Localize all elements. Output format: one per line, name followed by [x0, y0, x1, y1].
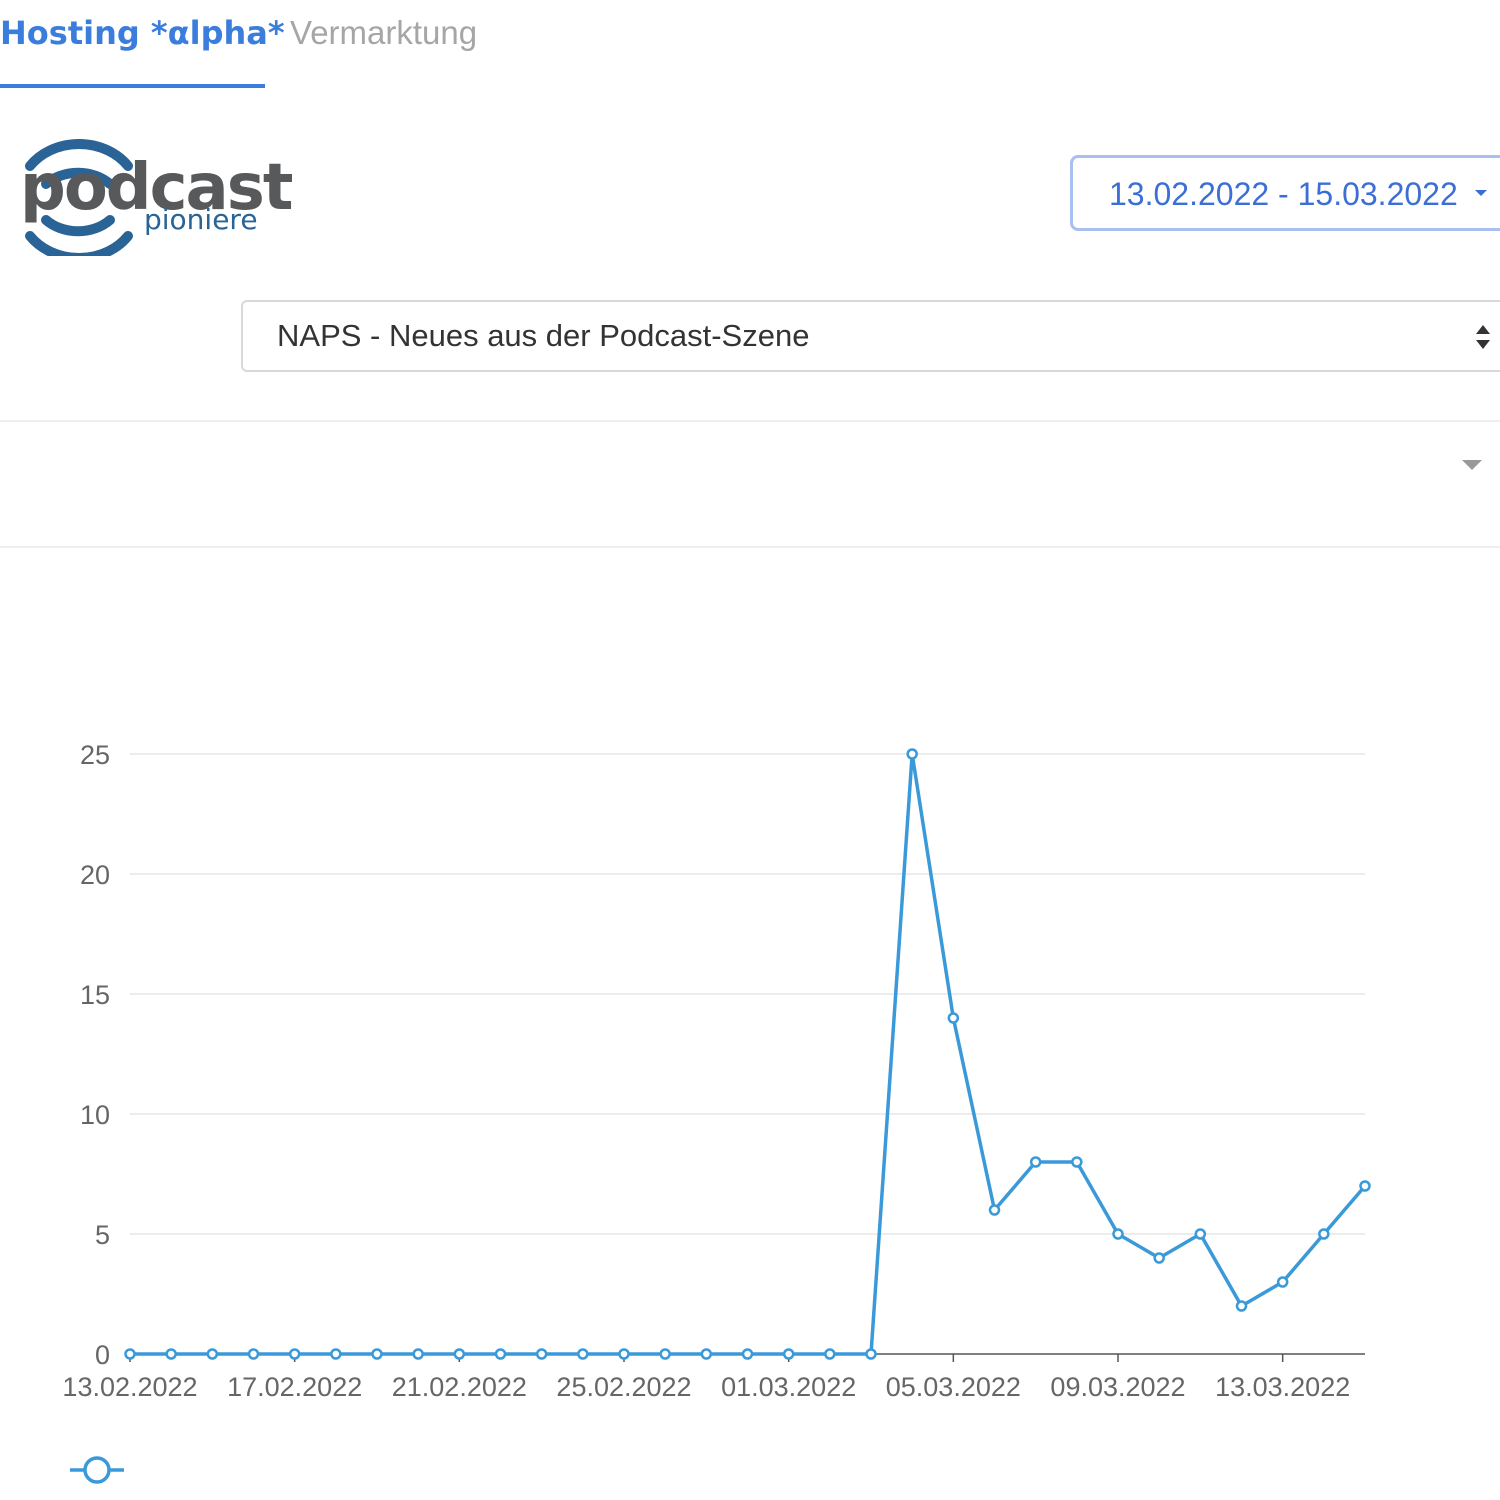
data-point [782, 1348, 795, 1360]
podcast-select-value: NAPS - Neues aus der Podcast-Szene [277, 318, 810, 353]
data-point [1029, 1156, 1042, 1168]
data-point [330, 1348, 342, 1360]
line-chart: 0 5 10 15 20 25 13.02.2022 17.02.2022 21.02.2022… [62, 740, 1371, 1484]
x-tick-label: 21.02.2022 [392, 1372, 527, 1402]
active-tab-indicator [0, 84, 265, 88]
date-range-picker[interactable]: 13.02.2022 - 15.03.2022 [1070, 155, 1500, 231]
y-tick-label: 25 [80, 740, 110, 770]
data-point [371, 1348, 383, 1360]
x-tick-label: 09.03.2022 [1050, 1372, 1185, 1402]
data-point [535, 1348, 548, 1360]
x-tick-label: 05.03.2022 [886, 1372, 1021, 1402]
x-tick-label: 13.03.2022 [1215, 1372, 1350, 1402]
data-point [1235, 1300, 1248, 1312]
divider-top [0, 420, 1500, 422]
tab-bar: Hosting *αlpha* Vermarktung [0, 0, 1500, 90]
data-point [947, 1012, 960, 1024]
y-tick-label: 20 [80, 860, 110, 890]
x-tick-label: 25.02.2022 [556, 1372, 691, 1402]
y-tick-label: 15 [80, 980, 110, 1010]
y-tick-label: 10 [80, 1100, 110, 1130]
data-point [1071, 1156, 1083, 1168]
podcast-select[interactable]: NAPS - Neues aus der Podcast-Szene [241, 300, 1500, 372]
tab-vermarktung[interactable]: Vermarktung [290, 14, 477, 52]
data-point [1112, 1228, 1124, 1240]
data-point [165, 1348, 177, 1360]
data-point [865, 1348, 877, 1360]
data-point [453, 1348, 466, 1360]
x-tick-label: 13.02.2022 [62, 1372, 197, 1402]
podcast-pioniere-logo[interactable]: podcast pioniere [20, 126, 293, 256]
data-point [659, 1348, 671, 1360]
data-point [618, 1348, 630, 1360]
date-range-value: 13.02.2022 - 15.03.2022 [1109, 176, 1458, 212]
tab-hosting[interactable]: Hosting *αlpha* [0, 14, 285, 52]
data-point [1276, 1276, 1289, 1288]
data-point [206, 1348, 219, 1360]
y-tick-label: 0 [95, 1340, 110, 1370]
data-point [124, 1348, 136, 1360]
y-tick-label: 5 [95, 1220, 110, 1250]
data-point [1318, 1228, 1330, 1240]
data-point [577, 1348, 589, 1360]
data-point [1153, 1252, 1165, 1264]
data-point [494, 1348, 507, 1360]
data-point [906, 748, 918, 760]
caret-down-icon[interactable] [1462, 460, 1482, 470]
x-tick-label: 17.02.2022 [227, 1372, 362, 1402]
data-point [1194, 1228, 1207, 1240]
logo-subtitle: pioniere [144, 203, 258, 236]
data-point [741, 1348, 754, 1360]
data-point [247, 1348, 260, 1360]
divider-bottom [0, 546, 1500, 548]
x-tick-label: 01.03.2022 [721, 1372, 856, 1402]
caret-down-icon [1475, 190, 1487, 196]
series-line [130, 752, 1367, 1356]
legend-marker-icon [83, 1456, 111, 1484]
data-point [412, 1348, 424, 1360]
data-point [824, 1348, 836, 1360]
data-point [700, 1348, 713, 1360]
data-point [288, 1348, 301, 1360]
data-point [988, 1204, 1001, 1216]
sort-arrows-icon [1476, 325, 1490, 349]
data-point [1359, 1180, 1371, 1192]
